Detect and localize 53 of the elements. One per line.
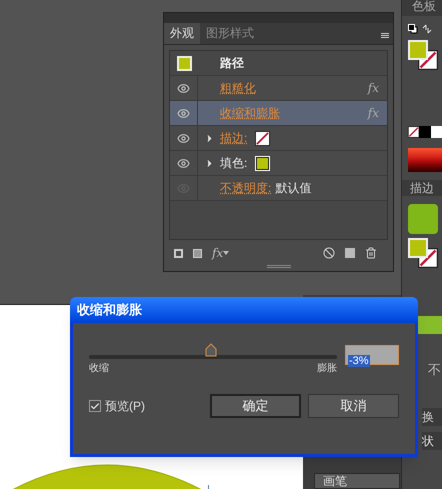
dialog-titlebar: 收缩和膨胀 [70,297,418,323]
row-label[interactable]: 不透明度: [220,179,272,197]
panel-tab[interactable]: 换 [422,408,442,426]
preview-checkbox[interactable] [89,400,101,412]
default-colors-icon[interactable] [408,24,418,34]
panel-tab[interactable]: 状 [422,432,442,450]
opacity-value: 默认值 [275,180,312,197]
dialog-button[interactable]: 取消 [308,394,399,418]
appearance-row[interactable]: 填色: [170,151,387,176]
stroke-swatch[interactable] [255,130,270,146]
square-filled-icon[interactable] [193,248,202,258]
color-swatch[interactable] [430,126,442,138]
panel-tab[interactable]: 外观 [164,23,200,44]
appearance-row[interactable]: 不透明度: 默认值 [170,176,387,201]
object-title: 路径 [220,55,244,72]
row-label[interactable]: 描边: [220,129,248,147]
square-outline-icon[interactable] [174,248,183,258]
eye-icon[interactable] [177,132,190,144]
fill-swatch[interactable] [408,40,428,60]
slider-thumb[interactable] [204,343,217,357]
slider-min-label: 收缩 [89,362,109,376]
value-input[interactable]: -3% [345,345,399,365]
eye-icon[interactable] [177,106,190,120]
preview-label[interactable]: 预览(P) [105,397,145,415]
dialog-button[interactable]: 确定 [210,394,301,418]
panel-tab[interactable]: 画笔 [314,473,400,489]
row-label[interactable]: 粗糙化 [220,79,256,97]
gradient-swatch[interactable] [408,148,442,172]
cut-label: 不 [428,361,441,379]
panel-menu-icon[interactable] [381,33,389,38]
none-swatch[interactable] [408,126,420,138]
swap-arrows-icon[interactable] [422,24,432,34]
appearance-row[interactable]: 描边: [170,126,387,151]
fx-menu-button[interactable]: fx [212,244,224,262]
slider-max-label: 膨胀 [317,362,337,376]
appearance-row[interactable]: 粗糙化 fx [170,76,387,101]
color-swatch[interactable] [419,126,431,138]
stroke-preview-swatch[interactable] [408,204,438,234]
panel-tab[interactable]: 描边 [402,180,442,196]
row-label[interactable]: 填色: [220,154,248,172]
eye-icon[interactable] [177,82,190,94]
clear-icon[interactable] [323,247,335,259]
resize-grip[interactable] [266,265,290,268]
dropdown-caret-icon[interactable] [223,251,230,255]
fill-swatch[interactable] [408,238,428,258]
fx-label[interactable]: fx [368,79,379,97]
check-icon [90,400,100,412]
panel-tab[interactable]: 色板 [402,0,442,16]
trash-icon[interactable] [365,247,377,259]
value-text: -3% [348,355,370,367]
slider[interactable] [89,343,337,359]
panel-tab[interactable]: 图形样式 [200,23,260,44]
eye-icon[interactable] [177,156,190,170]
